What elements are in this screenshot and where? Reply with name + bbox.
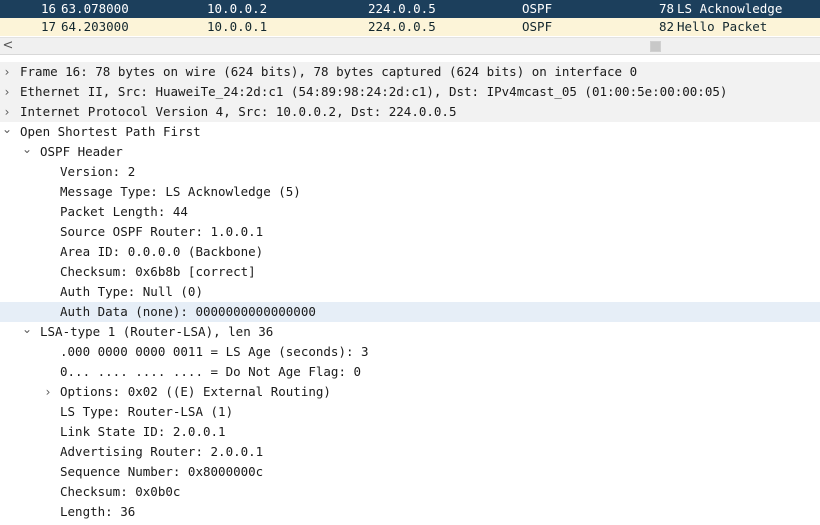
tree-row[interactable]: Packet Length: 44 [0,202,820,222]
tree-row[interactable]: Checksum: 0x0b0c [0,482,820,502]
tree-row-label: Internet Protocol Version 4, Src: 10.0.0… [20,104,457,119]
tree-row[interactable]: 0... .... .... .... = Do Not Age Flag: 0 [0,362,820,382]
tree-row-label: Message Type: LS Acknowledge (5) [60,184,301,199]
tree-row[interactable]: Version: 2 [0,162,820,182]
packet-source: 10.0.0.2 [207,1,268,16]
tree-row-label: Open Shortest Path First [20,124,201,139]
tree-row[interactable]: Sequence Number: 0x8000000c [0,462,820,482]
tree-row-label: Sequence Number: 0x8000000c [60,464,264,479]
packet-protocol: OSPF [522,1,553,16]
tree-row-label: LS Type: Router-LSA (1) [60,404,234,419]
tree-row[interactable]: Area ID: 0.0.0.0 (Backbone) [0,242,820,262]
tree-row-highlighted[interactable]: Auth Data (none): 0000000000000000 [0,302,820,322]
packet-info: Hello Packet [677,19,768,34]
tree-row[interactable]: Checksum: 0x6b8b [correct] [0,262,820,282]
collapse-chevron-right-icon[interactable]: › [0,82,14,102]
scroll-left-arrow-icon[interactable]: < [2,38,14,54]
packet-row[interactable]: 17 64.203000 10.0.0.1 224.0.0.5 OSPF 82 … [0,18,820,36]
expand-chevron-down-icon[interactable]: ⌄ [20,142,34,156]
expand-chevron-down-icon[interactable]: ⌄ [0,122,14,136]
packet-length: 82 [658,19,674,34]
tree-row-label: Advertising Router: 2.0.0.1 [60,444,264,459]
packet-row-selected[interactable]: 16 63.078000 10.0.0.2 224.0.0.5 OSPF 78 … [0,0,820,18]
expand-chevron-down-icon[interactable]: ⌄ [20,322,34,336]
tree-row-label: Auth Type: Null (0) [60,284,203,299]
packet-time: 64.203000 [61,19,129,34]
packet-length: 78 [658,1,674,16]
tree-row-label: Version: 2 [60,164,136,179]
tree-row[interactable]: Link State ID: 2.0.0.1 [0,422,820,442]
tree-row-label: Options: 0x02 ((E) External Routing) [60,384,331,399]
tree-row[interactable]: › Options: 0x02 ((E) External Routing) [0,382,820,402]
scrollbar-thumb[interactable] [650,41,661,52]
packet-destination: 224.0.0.5 [368,19,436,34]
collapse-chevron-right-icon[interactable]: › [41,382,55,402]
tree-row-label: Checksum: 0x0b0c [60,484,181,499]
tree-row-label: .000 0000 0000 0011 = LS Age (seconds): … [60,344,369,359]
packet-protocol: OSPF [522,19,553,34]
tree-row-label: Checksum: 0x6b8b [correct] [60,264,256,279]
tree-row-label: Packet Length: 44 [60,204,188,219]
packet-time: 63.078000 [61,1,129,16]
tree-row-label: Source OSPF Router: 1.0.0.1 [60,224,264,239]
packet-list: 16 63.078000 10.0.0.2 224.0.0.5 OSPF 78 … [0,0,820,36]
tree-row-label: Length: 36 [60,504,136,519]
packet-info: LS Acknowledge [677,1,783,16]
tree-row[interactable]: LS Type: Router-LSA (1) [0,402,820,422]
tree-row[interactable]: ⌄ OSPF Header [0,142,820,162]
tree-row-label: Auth Data (none): 0000000000000000 [60,304,316,319]
horizontal-scrollbar[interactable]: < [0,37,820,55]
tree-row[interactable]: ⌄ Open Shortest Path First [0,122,820,142]
tree-row-label: Frame 16: 78 bytes on wire (624 bits), 7… [20,64,638,79]
tree-row[interactable]: .000 0000 0000 0011 = LS Age (seconds): … [0,342,820,362]
tree-row-label: Link State ID: 2.0.0.1 [60,424,226,439]
packet-number: 16 [40,1,56,16]
packet-source: 10.0.0.1 [207,19,268,34]
tree-row[interactable]: Length: 36 [0,502,820,522]
tree-row[interactable]: Advertising Router: 2.0.0.1 [0,442,820,462]
packet-details-tree: › Frame 16: 78 bytes on wire (624 bits), … [0,62,820,522]
tree-row-label: LSA-type 1 (Router-LSA), len 36 [40,324,274,339]
tree-row[interactable]: Auth Type: Null (0) [0,282,820,302]
collapse-chevron-right-icon[interactable]: › [0,62,14,82]
tree-row[interactable]: Source OSPF Router: 1.0.0.1 [0,222,820,242]
tree-row-label: Ethernet II, Src: HuaweiTe_24:2d:c1 (54:… [20,84,728,99]
tree-row-label: OSPF Header [40,144,123,159]
tree-row[interactable]: ⌄ LSA-type 1 (Router-LSA), len 36 [0,322,820,342]
tree-row[interactable]: › Frame 16: 78 bytes on wire (624 bits), … [0,62,820,82]
packet-number: 17 [40,19,56,34]
tree-row-label: 0... .... .... .... = Do Not Age Flag: 0 [60,364,362,379]
tree-row[interactable]: › Ethernet II, Src: HuaweiTe_24:2d:c1 (54… [0,82,820,102]
tree-row[interactable]: Message Type: LS Acknowledge (5) [0,182,820,202]
tree-row-label: Area ID: 0.0.0.0 (Backbone) [60,244,264,259]
packet-destination: 224.0.0.5 [368,1,436,16]
collapse-chevron-right-icon[interactable]: › [0,102,14,122]
tree-row[interactable]: › Internet Protocol Version 4, Src: 10.0.… [0,102,820,122]
